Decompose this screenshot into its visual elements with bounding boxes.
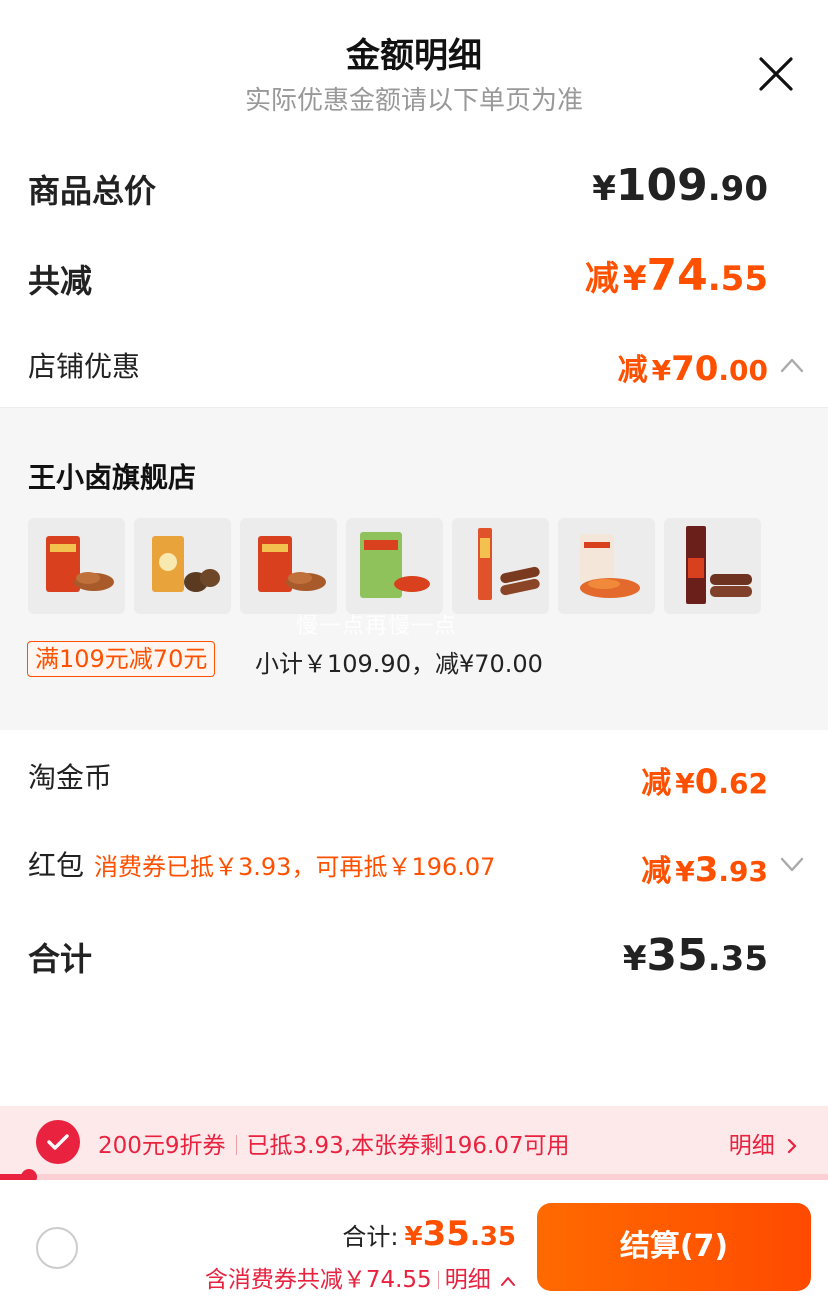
goods-total-row: 商品总价 ¥109.90 [0,160,828,220]
shop-subtotal-text: 小计￥109.90，减¥70.00 [255,650,543,678]
footer-saving[interactable]: 含消费券共减￥74.55 明细 [205,1260,516,1294]
coupon-info: 200元9折券 已抵3.93,本张券剩196.07可用 [98,1126,570,1160]
divider [437,1271,439,1289]
chevron-up-icon [501,1277,515,1286]
divider [235,1135,237,1155]
product-image [152,536,220,592]
shop-detail-panel: 王小卤旗舰店 慢一点再慢一点 满109元减70元 小计￥109.90，减¥70.… [0,407,828,730]
coupon-checkbox[interactable] [36,1120,80,1164]
grand-total-value: ¥35.35 [622,930,768,981]
coupon-detail-link[interactable]: 明细 [729,1126,798,1160]
product-thumb[interactable] [346,518,443,614]
checkout-button[interactable]: 结算(7) [537,1203,811,1291]
product-image [360,532,430,598]
shop-discount-row[interactable]: 店铺优惠 减 ¥70.00 [0,343,828,393]
product-thumb[interactable] [240,518,337,614]
taojinbi-label: 淘金币 [28,761,113,794]
shop-name: 王小卤旗舰店 [28,461,197,494]
taojinbi-value: 减 ¥0.62 [641,762,768,802]
shop-discount-value: 减 ¥70.00 [617,349,768,389]
select-all-radio[interactable] [36,1227,78,1269]
hongbao-label: 红包 [28,849,85,882]
product-thumbnails [28,518,761,614]
product-thumb[interactable] [558,518,655,614]
hongbao-note: 消费券已抵￥3.93，可再抵￥196.07 [94,853,496,881]
product-thumb[interactable] [664,518,761,614]
hongbao-label-group: 红包 消费券已抵￥3.93，可再抵￥196.07 [28,844,495,884]
chevron-right-icon [787,1138,797,1154]
page-subtitle: 实际优惠金额请以下单页为准 [244,86,583,116]
page-title: 金额明细 [346,36,482,76]
coupon-bar[interactable]: 200元9折券 已抵3.93,本张券剩196.07可用 明细 [0,1106,828,1174]
footer-total: 合计: ¥35.35 [342,1214,516,1254]
product-image [258,536,326,592]
product-image [46,536,114,592]
coupon-name: 200元9折券 [98,1133,226,1159]
grand-total-label: 合计 [28,940,93,978]
goods-total-label: 商品总价 [28,172,157,210]
grand-total-row: 合计 ¥35.35 [0,930,828,990]
product-image [580,534,640,598]
modal-header: 金额明细 实际优惠金额请以下单页为准 [0,0,828,130]
chevron-up-icon[interactable] [780,357,804,373]
product-image [686,526,752,604]
hongbao-row[interactable]: 红包 消费券已抵￥3.93，可再抵￥196.07 减 ¥3.93 [0,844,828,894]
chevron-down-icon[interactable] [780,856,804,872]
total-reduce-row: 共减 减 ¥74.55 [0,250,828,310]
coupon-status: 已抵3.93,本张券剩196.07可用 [246,1133,570,1159]
goods-total-value: ¥109.90 [592,160,768,211]
total-reduce-value: 减 ¥74.55 [584,250,768,301]
taojinbi-row: 淘金币 减 ¥0.62 [0,756,828,806]
promo-tag: 满109元减70元 [27,641,216,677]
watermark-text: 慢一点再慢一点 [296,614,458,639]
shop-discount-label: 店铺优惠 [28,350,141,383]
product-thumb[interactable] [452,518,549,614]
checkout-footer: 合计: ¥35.35 含消费券共减￥74.55 明细 结算(7) [0,1180,828,1304]
saving-text: 含消费券共减￥74.55 [204,1267,432,1293]
total-reduce-label: 共减 [28,262,93,300]
product-image [478,528,540,600]
check-icon [47,1134,69,1150]
detail-link[interactable]: 明细 [445,1267,491,1293]
product-thumb[interactable] [28,518,125,614]
hongbao-value: 减 ¥3.93 [641,850,768,890]
product-thumb[interactable] [134,518,231,614]
close-icon[interactable] [758,56,794,92]
